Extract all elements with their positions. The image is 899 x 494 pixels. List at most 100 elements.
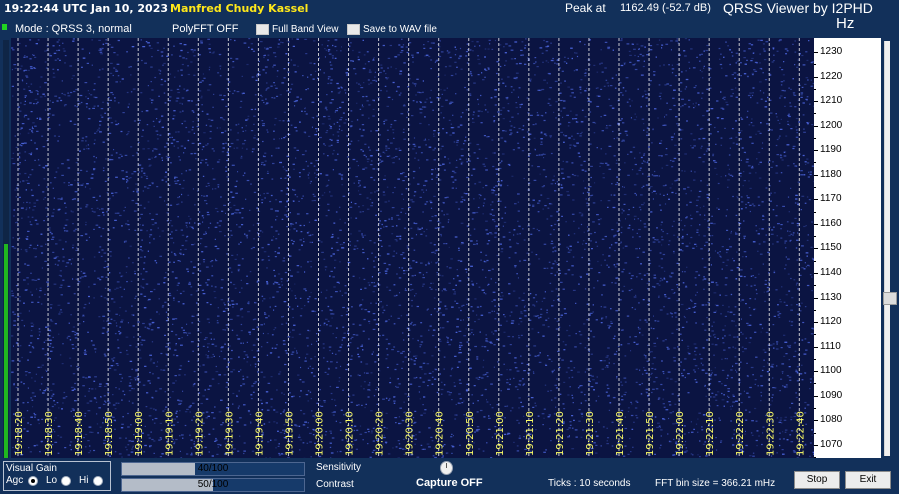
full-band-view-label: Full Band View — [272, 24, 339, 35]
time-tick-label: 19:22:00 — [675, 411, 686, 456]
frequency-tick-label: 1190 — [820, 144, 842, 156]
time-tick-label: 19:19:50 — [284, 411, 295, 456]
frequency-minor-tick — [814, 383, 816, 385]
waterfall-display[interactable]: 19:18:20 19:18:30 19:18:40 19:18:50 19:19:00… — [11, 38, 814, 458]
lo-option-label: Lo — [46, 475, 58, 486]
frequency-tick — [814, 76, 818, 78]
hi-radio[interactable] — [93, 476, 103, 486]
agc-option-label: Agc — [6, 475, 24, 486]
contrast-value: 50/100 — [197, 479, 229, 490]
full-band-view-checkbox[interactable] — [256, 24, 269, 35]
agc-radio[interactable] — [28, 476, 38, 486]
frequency-minor-tick — [814, 432, 816, 434]
time-tick-label: 19:19:20 — [194, 411, 205, 456]
frequency-minor-tick — [814, 137, 816, 139]
frequency-tick-label: 1150 — [820, 242, 842, 254]
time-tick-label: 19:19:10 — [164, 411, 175, 456]
frequency-tick — [814, 371, 818, 373]
frequency-minor-tick — [814, 260, 816, 262]
utc-clock: 19:22:44 UTC Jan 10, 2023 — [4, 2, 168, 15]
signal-level-fill — [4, 244, 8, 458]
stop-button[interactable]: Stop — [794, 471, 840, 489]
lo-radio[interactable] — [61, 476, 71, 486]
frequency-tick-label: 1120 — [820, 316, 842, 328]
station-name: Manfred Chudy Kassel — [170, 2, 309, 15]
frequency-minor-tick — [814, 113, 816, 115]
frequency-tick — [814, 395, 818, 397]
time-tick-label: 19:18:30 — [44, 411, 55, 456]
frequency-tick-label: 1200 — [820, 119, 843, 131]
frequency-tick-label: 1080 — [820, 414, 843, 426]
frequency-tick — [814, 150, 818, 152]
frequency-tick-label: 1230 — [820, 46, 843, 57]
frequency-minor-tick — [814, 64, 816, 66]
frequency-scrollbar[interactable] — [884, 41, 890, 456]
frequency-tick — [814, 101, 818, 103]
frequency-tick — [814, 199, 818, 201]
frequency-tick — [814, 125, 818, 127]
frequency-tick — [814, 322, 818, 324]
knob-pointer-icon — [446, 463, 447, 468]
frequency-minor-tick — [814, 334, 816, 336]
time-tick-label: 19:19:40 — [254, 411, 265, 456]
frequency-tick — [814, 174, 818, 176]
frequency-minor-tick — [814, 187, 816, 189]
save-wav-label: Save to WAV file — [363, 24, 437, 35]
frequency-tick-label: 1110 — [820, 340, 841, 352]
frequency-axis: 1230 1220 1210 1200 1190 1180 1170 1160 1150 1140… — [814, 38, 881, 459]
contrast-slider[interactable]: 50/100 — [121, 478, 305, 492]
time-tick-label: 19:21:20 — [555, 411, 566, 456]
units-label: Hz — [836, 15, 855, 32]
sensitivity-label: Sensitivity — [316, 462, 362, 473]
time-tick-label: 19:21:30 — [585, 411, 596, 456]
visual-gain-title: Visual Gain — [6, 463, 57, 474]
frequency-tick — [814, 248, 818, 250]
frequency-tick-label: 1130 — [820, 291, 842, 303]
frequency-tick-label: 1160 — [820, 217, 842, 229]
frequency-tick — [814, 272, 818, 274]
time-tick-label: 19:20:50 — [465, 411, 476, 456]
frequency-tick-label: 1070 — [820, 438, 843, 450]
time-tick-label: 19:21:00 — [495, 411, 506, 456]
time-tick-label: 19:20:40 — [435, 411, 446, 456]
mode-label: Mode : QRSS 3, normal — [15, 23, 132, 35]
time-tick-label: 19:22:40 — [795, 411, 806, 456]
capture-status: Capture OFF — [416, 477, 483, 489]
time-tick-label: 19:22:20 — [735, 411, 746, 456]
frequency-tick-label: 1220 — [820, 70, 843, 82]
frequency-minor-tick — [814, 309, 816, 311]
exit-button[interactable]: Exit — [845, 471, 891, 489]
fft-bin-info: FFT bin size = 366.21 mHz — [655, 478, 776, 489]
frequency-tick — [814, 346, 818, 348]
frequency-tick-label: 1180 — [820, 168, 842, 180]
capture-knob[interactable] — [440, 461, 453, 475]
frequency-minor-tick — [814, 88, 816, 90]
time-tick-label: 19:20:10 — [345, 411, 356, 456]
time-tick-label: 19:19:30 — [224, 411, 235, 456]
hi-option-label: Hi — [79, 475, 89, 486]
polyfft-status: PolyFFT OFF — [172, 23, 239, 35]
time-tick-label: 19:18:50 — [104, 411, 115, 456]
frequency-tick — [814, 444, 818, 446]
frequency-tick-label: 1140 — [820, 266, 842, 278]
frequency-scrollbar-thumb[interactable] — [883, 292, 897, 305]
save-wav-checkbox[interactable] — [347, 24, 360, 35]
contrast-label: Contrast — [316, 479, 354, 490]
peak-value: 1162.49 (-52.7 dB) — [620, 2, 711, 14]
frequency-tick — [814, 223, 818, 225]
frequency-tick-label: 1210 — [820, 95, 843, 107]
waterfall-canvas: 19:18:20 19:18:30 19:18:40 19:18:50 19:19:00… — [11, 38, 814, 458]
time-tick-label: 19:18:20 — [14, 411, 25, 456]
time-tick-label: 19:20:20 — [375, 411, 386, 456]
frequency-minor-tick — [814, 407, 816, 409]
frequency-minor-tick — [814, 358, 816, 360]
time-tick-label: 19:21:10 — [525, 411, 536, 456]
time-tick-label: 19:21:40 — [615, 411, 626, 456]
sensitivity-slider[interactable]: 40/100 — [121, 462, 305, 476]
time-tick-label: 19:20:00 — [315, 411, 326, 456]
sensitivity-value: 40/100 — [197, 463, 229, 474]
radio-selected-dot-icon — [31, 479, 35, 483]
ticks-info: Ticks : 10 seconds — [548, 478, 631, 489]
status-indicator-icon — [2, 24, 7, 30]
app-title: QRSS Viewer by I2PHD — [723, 0, 873, 16]
